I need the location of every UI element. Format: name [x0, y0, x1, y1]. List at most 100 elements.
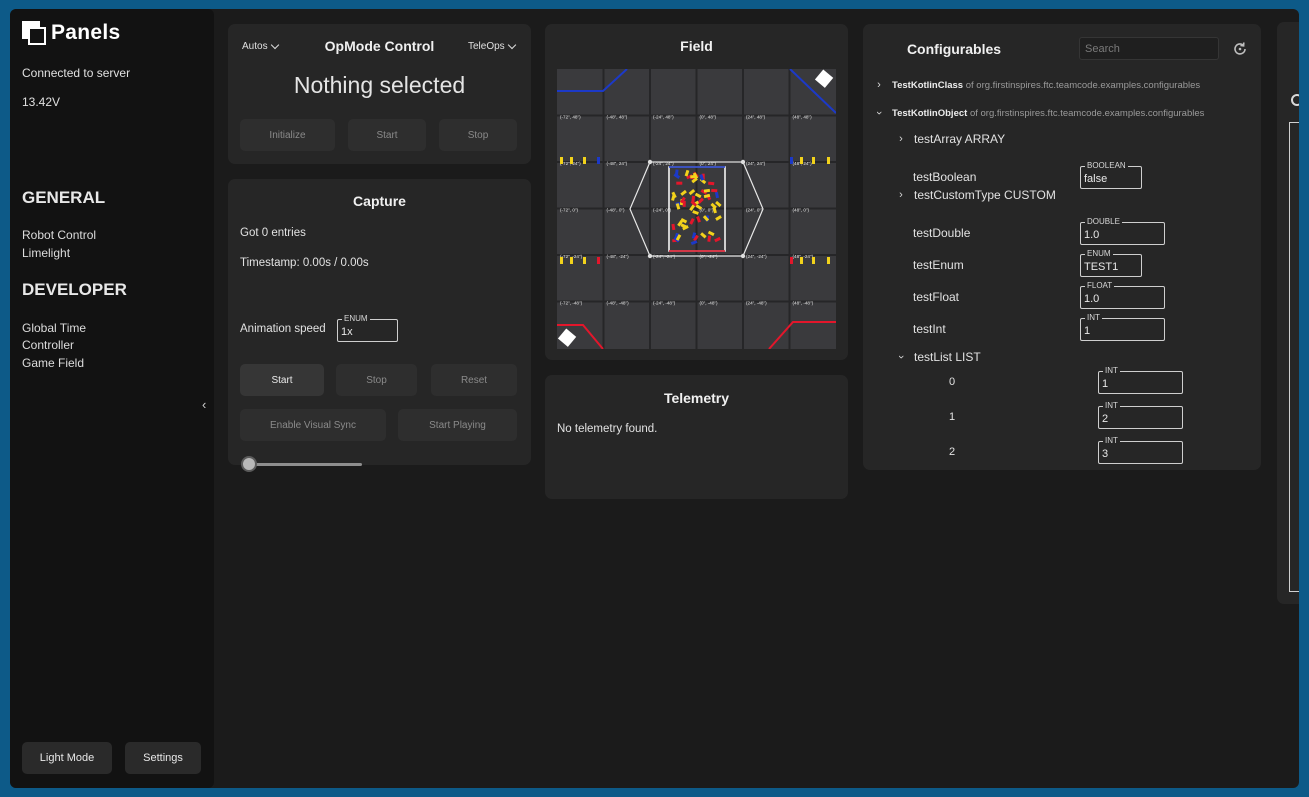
game-sample — [711, 188, 718, 193]
opmode-start-button[interactable]: Start — [348, 119, 426, 151]
capture-entries: Got 0 entries — [240, 227, 306, 239]
game-sample — [690, 174, 697, 179]
field-type-label: INT — [1103, 436, 1120, 446]
class-name: TestKotlinClass — [892, 79, 964, 91]
field-value: false — [1084, 173, 1108, 185]
config-label: testEnum — [913, 258, 964, 272]
developer-heading: DEVELOPER — [22, 280, 127, 299]
field-coordinate-label: (-48", 48") — [607, 115, 628, 120]
field-coordinate-label: (0", 0") — [700, 208, 714, 213]
config-object-row[interactable]: › TestKotlinObject of org.firstinspires.… — [873, 107, 1204, 119]
test-enum-field[interactable]: ENUM TEST1 — [1080, 249, 1142, 277]
field-type-label: ENUM — [342, 314, 370, 324]
config-label: testDouble — [913, 226, 971, 240]
chevron-down-icon[interactable]: › — [895, 352, 907, 362]
field-type-label: BOOLEAN — [1085, 161, 1128, 171]
field-coordinate-label: (-48", 0") — [607, 208, 626, 213]
field-coordinate-label: (-72", -48") — [560, 301, 583, 306]
refresh-icon[interactable] — [1231, 40, 1249, 58]
field-type-label: DOUBLE — [1085, 217, 1122, 227]
side-sample — [560, 157, 563, 164]
opmode-control-panel: Autos OpMode Control TeleOps Nothing sel… — [228, 24, 531, 164]
side-sample — [597, 257, 600, 264]
field-coordinate-label: (48", 48") — [793, 115, 813, 120]
chevron-left-icon[interactable]: ‹ — [202, 397, 206, 412]
game-field-canvas[interactable]: (-72", 48") (-48", 48") (-24", 48") (0", 48… — [557, 69, 836, 349]
config-label: testList LIST — [914, 350, 981, 364]
chevron-right-icon[interactable]: › — [874, 79, 884, 91]
corner-post — [647, 253, 653, 259]
battery-voltage: 13.42V — [22, 95, 61, 109]
side-sample — [597, 157, 600, 164]
app-window: Panels Connected to server 13.42V GENERA… — [10, 9, 1299, 788]
sidebar-item-robot-control[interactable]: Robot Control — [22, 228, 96, 242]
corner-post — [740, 159, 746, 165]
sidebar-item-controller[interactable]: Controller — [22, 338, 74, 352]
field-value: 3 — [1102, 448, 1109, 460]
test-double-field[interactable]: DOUBLE 1.0 — [1080, 217, 1165, 245]
light-mode-button[interactable]: Light Mode — [22, 742, 112, 774]
teleops-dropdown[interactable]: TeleOps — [468, 40, 516, 52]
config-list-row[interactable]: › testList LIST — [895, 350, 981, 364]
field-type-label: INT — [1103, 401, 1120, 411]
game-sample — [676, 181, 683, 185]
config-array-row[interactable]: › testArray ARRAY — [896, 132, 1005, 146]
chevron-right-icon[interactable]: › — [896, 133, 906, 145]
capture-reset-button[interactable]: Reset — [431, 364, 517, 396]
side-sample — [812, 257, 815, 264]
list-item-field[interactable]: INT 2 — [1098, 401, 1183, 429]
search-input[interactable] — [1079, 37, 1219, 60]
config-class-row[interactable]: › TestKotlinClass of org.firstinspires.f… — [874, 79, 1200, 91]
opmode-stop-button[interactable]: Stop — [439, 119, 517, 151]
object-name: TestKotlinObject — [892, 107, 968, 119]
settings-button[interactable]: Settings — [125, 742, 201, 774]
teleops-label: TeleOps — [468, 41, 505, 52]
chevron-down-icon[interactable]: › — [873, 108, 885, 118]
animation-speed-select[interactable]: ENUM 1x — [337, 314, 398, 342]
configurables-title: Configurables — [906, 41, 1002, 57]
test-int-field[interactable]: INT 1 — [1080, 313, 1165, 341]
sidebar-item-global-time[interactable]: Global Time — [22, 321, 86, 335]
connection-status: Connected to server — [22, 66, 131, 80]
brand-name: Panels — [51, 21, 121, 44]
chevron-right-icon[interactable]: › — [896, 189, 906, 201]
telemetry-empty-text: No telemetry found. — [557, 423, 658, 435]
field-coordinate-label: (-72", 48") — [560, 115, 581, 120]
chevron-down-icon — [507, 40, 516, 49]
sidebar-item-limelight[interactable]: Limelight — [22, 246, 70, 260]
field-coordinate-label: (0", -48") — [700, 301, 719, 306]
side-sample — [800, 157, 803, 164]
side-sample — [570, 157, 573, 164]
start-playing-button[interactable]: Start Playing — [398, 409, 517, 441]
field-type-label: INT — [1103, 366, 1120, 376]
config-label: testFloat — [913, 290, 960, 304]
side-sample — [800, 257, 803, 264]
list-index: 0 — [949, 376, 956, 388]
list-index: 1 — [949, 411, 956, 423]
capture-stop-button[interactable]: Stop — [336, 364, 417, 396]
radio-icon[interactable] — [1291, 94, 1299, 106]
test-float-field[interactable]: FLOAT 1.0 — [1080, 281, 1165, 309]
side-sample — [790, 157, 793, 164]
list-item-field[interactable]: INT 3 — [1098, 436, 1183, 464]
list-item-field[interactable]: INT 1 — [1098, 366, 1183, 394]
timeline-slider[interactable] — [248, 463, 362, 466]
config-custom-row[interactable]: › testCustomType CUSTOM — [896, 188, 1056, 202]
timeline-slider-handle[interactable] — [241, 456, 257, 472]
corner-post — [647, 159, 653, 165]
config-label: testArray ARRAY — [914, 132, 1006, 146]
field-title: Field — [680, 38, 713, 54]
field-coordinate-label: (-48", -48") — [607, 301, 630, 306]
capture-title: Capture — [353, 193, 406, 209]
partial-side-panel — [1277, 22, 1299, 604]
initialize-button[interactable]: Initialize — [240, 119, 335, 151]
panels-logo-icon — [22, 21, 46, 45]
sidebar-item-game-field[interactable]: Game Field — [22, 356, 84, 370]
side-sample — [790, 257, 793, 264]
logo: Panels — [22, 21, 121, 45]
capture-start-button[interactable]: Start — [240, 364, 324, 396]
enable-visual-sync-button[interactable]: Enable Visual Sync — [240, 409, 386, 441]
sidebar: Panels Connected to server 13.42V GENERA… — [10, 9, 214, 788]
test-boolean-field[interactable]: BOOLEAN false — [1080, 161, 1142, 189]
game-sample — [708, 181, 715, 186]
